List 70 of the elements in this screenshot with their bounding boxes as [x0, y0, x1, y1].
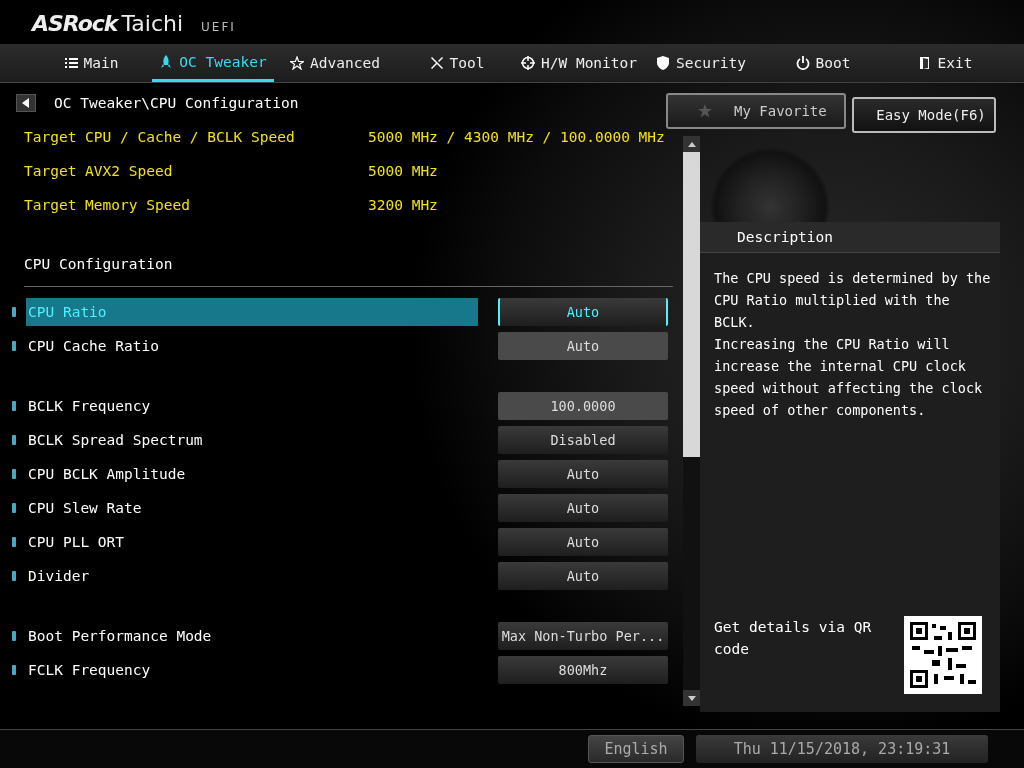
nav-tab[interactable]: H/W Monitor [518, 44, 640, 82]
brand-suffix: UEFI [201, 20, 236, 36]
option-dropdown[interactable]: 800Mhz [498, 656, 668, 684]
nav-tab[interactable]: Boot [762, 44, 884, 82]
breadcrumb: OC Tweaker\CPU Configuration [54, 95, 299, 111]
tools-icon [429, 56, 444, 70]
target-label: Target CPU / Cache / BCLK Speed [24, 129, 296, 145]
nav-tab[interactable]: Main [30, 44, 152, 82]
option-dropdown[interactable]: Disabled [498, 426, 668, 454]
option-dropdown[interactable]: Auto [498, 298, 668, 326]
item-marker-icon [12, 631, 16, 641]
scroll-up-icon[interactable] [687, 141, 696, 147]
back-button[interactable] [16, 94, 36, 112]
crosshair-icon [521, 56, 535, 70]
power-icon [795, 56, 810, 70]
setting-label[interactable]: CPU Cache Ratio [26, 332, 478, 360]
value-field[interactable]: Auto [498, 332, 668, 360]
scrollbar[interactable] [683, 136, 700, 706]
target-value: 5000 MHz / 4300 MHz / 100.0000 MHz [368, 129, 665, 145]
my-favorite-button[interactable]: My Favorite [666, 93, 846, 129]
option-dropdown[interactable]: Auto [498, 528, 668, 556]
setting-label[interactable]: FCLK Frequency [26, 656, 478, 684]
nav-tab[interactable]: Exit [884, 44, 1006, 82]
rocket-icon [159, 54, 174, 69]
door-icon [917, 56, 932, 70]
option-dropdown[interactable]: Max Non-Turbo Per... [498, 622, 668, 650]
nav-tab[interactable]: Tool [396, 44, 518, 82]
item-marker-icon [12, 307, 16, 317]
target-label: Target AVX2 Speed [24, 163, 174, 179]
target-value: 5000 MHz [368, 163, 438, 179]
item-marker-icon [12, 469, 16, 479]
item-marker-icon [12, 401, 16, 411]
option-dropdown[interactable]: Auto [498, 460, 668, 488]
qr-code-icon [904, 616, 982, 694]
option-dropdown[interactable]: Auto [498, 494, 668, 522]
description-text: Increasing the CPU Ratio will increase the internal CPU clock speed without affecting the clock speed of other components. [714, 335, 984, 420]
setting-label[interactable]: BCLK Frequency [26, 392, 478, 420]
item-marker-icon [12, 665, 16, 675]
target-value: 3200 MHz [368, 197, 438, 213]
value-field[interactable]: 100.0000 [498, 392, 668, 420]
easy-mode-button[interactable]: Easy Mode(F6) [852, 97, 996, 133]
setting-label[interactable]: CPU Slew Rate [26, 494, 478, 522]
item-marker-icon [12, 435, 16, 445]
description-title: Description [700, 222, 1000, 253]
item-marker-icon [12, 571, 16, 581]
nav-tab[interactable]: OC Tweaker [152, 44, 274, 82]
star-icon [698, 104, 712, 118]
left-triangle-icon [22, 98, 30, 108]
list-icon [63, 56, 78, 70]
setting-label[interactable]: BCLK Spread Spectrum [26, 426, 478, 454]
setting-label[interactable]: Boot Performance Mode [26, 622, 478, 650]
item-marker-icon [12, 503, 16, 513]
setting-label[interactable]: Divider [26, 562, 478, 590]
option-dropdown[interactable]: Auto [498, 562, 668, 590]
language-button[interactable]: English [588, 735, 684, 763]
star-outline-icon [290, 56, 305, 70]
setting-label[interactable]: CPU BCLK Amplitude [26, 460, 478, 488]
section-title: CPU Configuration [23, 255, 174, 272]
shield-icon [656, 56, 671, 70]
target-label: Target Memory Speed [24, 197, 191, 213]
item-marker-icon [12, 537, 16, 547]
setting-label[interactable]: CPU Ratio [26, 298, 478, 326]
qr-caption: Get details via QR code [714, 618, 873, 659]
description-text: The CPU speed is determined by the CPU Ratio multiplied with the BCLK. [714, 269, 992, 332]
setting-label[interactable]: CPU PLL ORT [26, 528, 478, 556]
date-time-display: Thu 11/15/2018, 23:19:31 [696, 735, 988, 763]
nav-tab[interactable]: Advanced [274, 44, 396, 82]
nav-tab[interactable]: Security [640, 44, 762, 82]
item-marker-icon [12, 341, 16, 351]
scroll-down-icon[interactable] [687, 695, 696, 701]
